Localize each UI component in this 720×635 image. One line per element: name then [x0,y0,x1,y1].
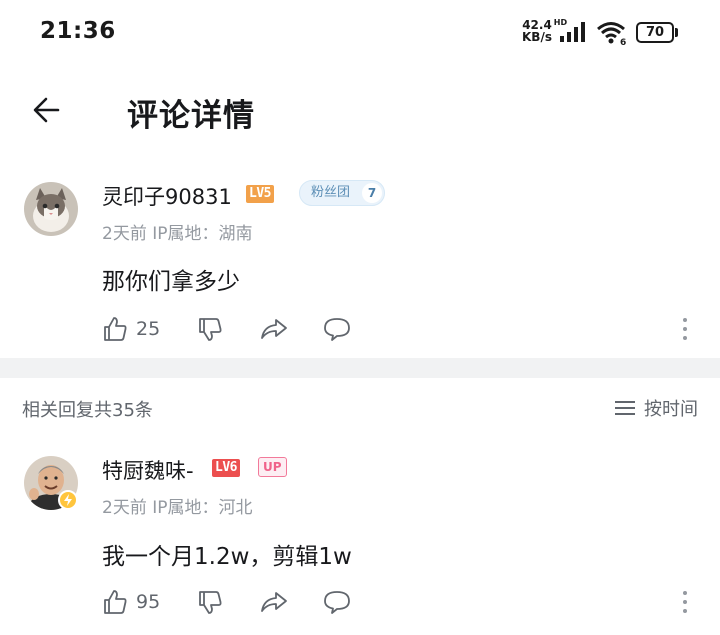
comment-bubble-icon [324,318,350,341]
like-button[interactable]: 95 [102,586,160,618]
share-button[interactable] [259,313,289,345]
status-time: 21:36 [40,18,116,44]
comment-text[interactable]: 我一个月1.2w，剪辑1w [102,537,352,571]
comment-username[interactable]: 特厨魏味- [102,455,194,485]
net-speed-unit: KB/s [522,30,552,44]
like-count: 25 [136,318,161,340]
sort-by-time-button[interactable]: 按时间 [614,394,698,422]
share-arrow-icon [261,592,287,612]
fan-club-level: 7 [362,183,383,203]
wifi-icon: 6 [597,22,626,46]
thumbs-down-icon [199,318,222,341]
arrow-left-icon [33,97,60,123]
main-comment: 灵印子90831 LV5 粉丝团 7 2天前 IP属地：湖南 那你们拿多少 25 [0,156,720,358]
back-button[interactable] [28,90,68,130]
fan-club-badge[interactable]: 粉丝团 7 [299,180,386,206]
reply-button[interactable] [322,586,352,618]
net-speed-value: 42.4 [522,18,552,32]
cat-avatar-image [24,182,78,236]
comment-actions: 95 [102,586,702,618]
battery-tip [675,28,678,37]
sort-label: 按时间 [644,399,698,420]
page-header: 评论详情 [0,66,720,156]
like-count: 95 [136,591,161,613]
thumbs-up-icon [104,590,127,614]
up-author-badge: UP [258,457,287,477]
thumbs-down-icon [199,591,222,614]
sort-lines-icon [615,401,635,415]
reply-button[interactable] [322,313,352,345]
verified-lightning-icon [58,490,78,510]
thumbs-up-icon [104,317,127,341]
comment-meta: 2天前 IP属地：湖南 [102,224,253,244]
battery-indicator: 70 [636,22,674,43]
dislike-button[interactable] [197,313,223,345]
share-button[interactable] [259,586,289,618]
comment-text[interactable]: 那你们拿多少 [102,262,240,296]
comment-bubble-icon [324,591,350,614]
status-bar: 21:36 42.4 HD KB/s 6 70 [0,0,720,66]
more-options-button[interactable] [675,313,695,345]
dislike-button[interactable] [197,586,223,618]
more-options-button[interactable] [675,586,695,618]
replies-count: 相关回复共35条 [22,400,153,421]
level-badge: LV5 [246,185,274,203]
reply-comment: 特厨魏味- LV6 UP 2天前 IP属地：河北 我一个月1.2w，剪辑1w 9… [0,438,720,635]
more-vertical-icon [683,591,687,613]
avatar[interactable] [24,182,78,236]
section-divider [0,358,720,378]
comment-meta: 2天前 IP属地：河北 [102,498,253,518]
cellular-signal-icon [560,22,585,42]
level-badge: LV6 [212,459,240,477]
share-arrow-icon [261,319,287,339]
replies-header: 相关回复共35条 按时间 [0,378,720,438]
fan-club-label: 粉丝团 [311,185,351,200]
page-title: 评论详情 [127,98,255,134]
like-button[interactable]: 25 [102,313,160,345]
more-vertical-icon [683,318,687,340]
wifi-6-label: 6 [620,38,626,46]
comment-actions: 25 [102,313,702,345]
network-speed: 42.4 HD KB/s [520,18,567,44]
comment-username[interactable]: 灵印子90831 [102,181,232,211]
